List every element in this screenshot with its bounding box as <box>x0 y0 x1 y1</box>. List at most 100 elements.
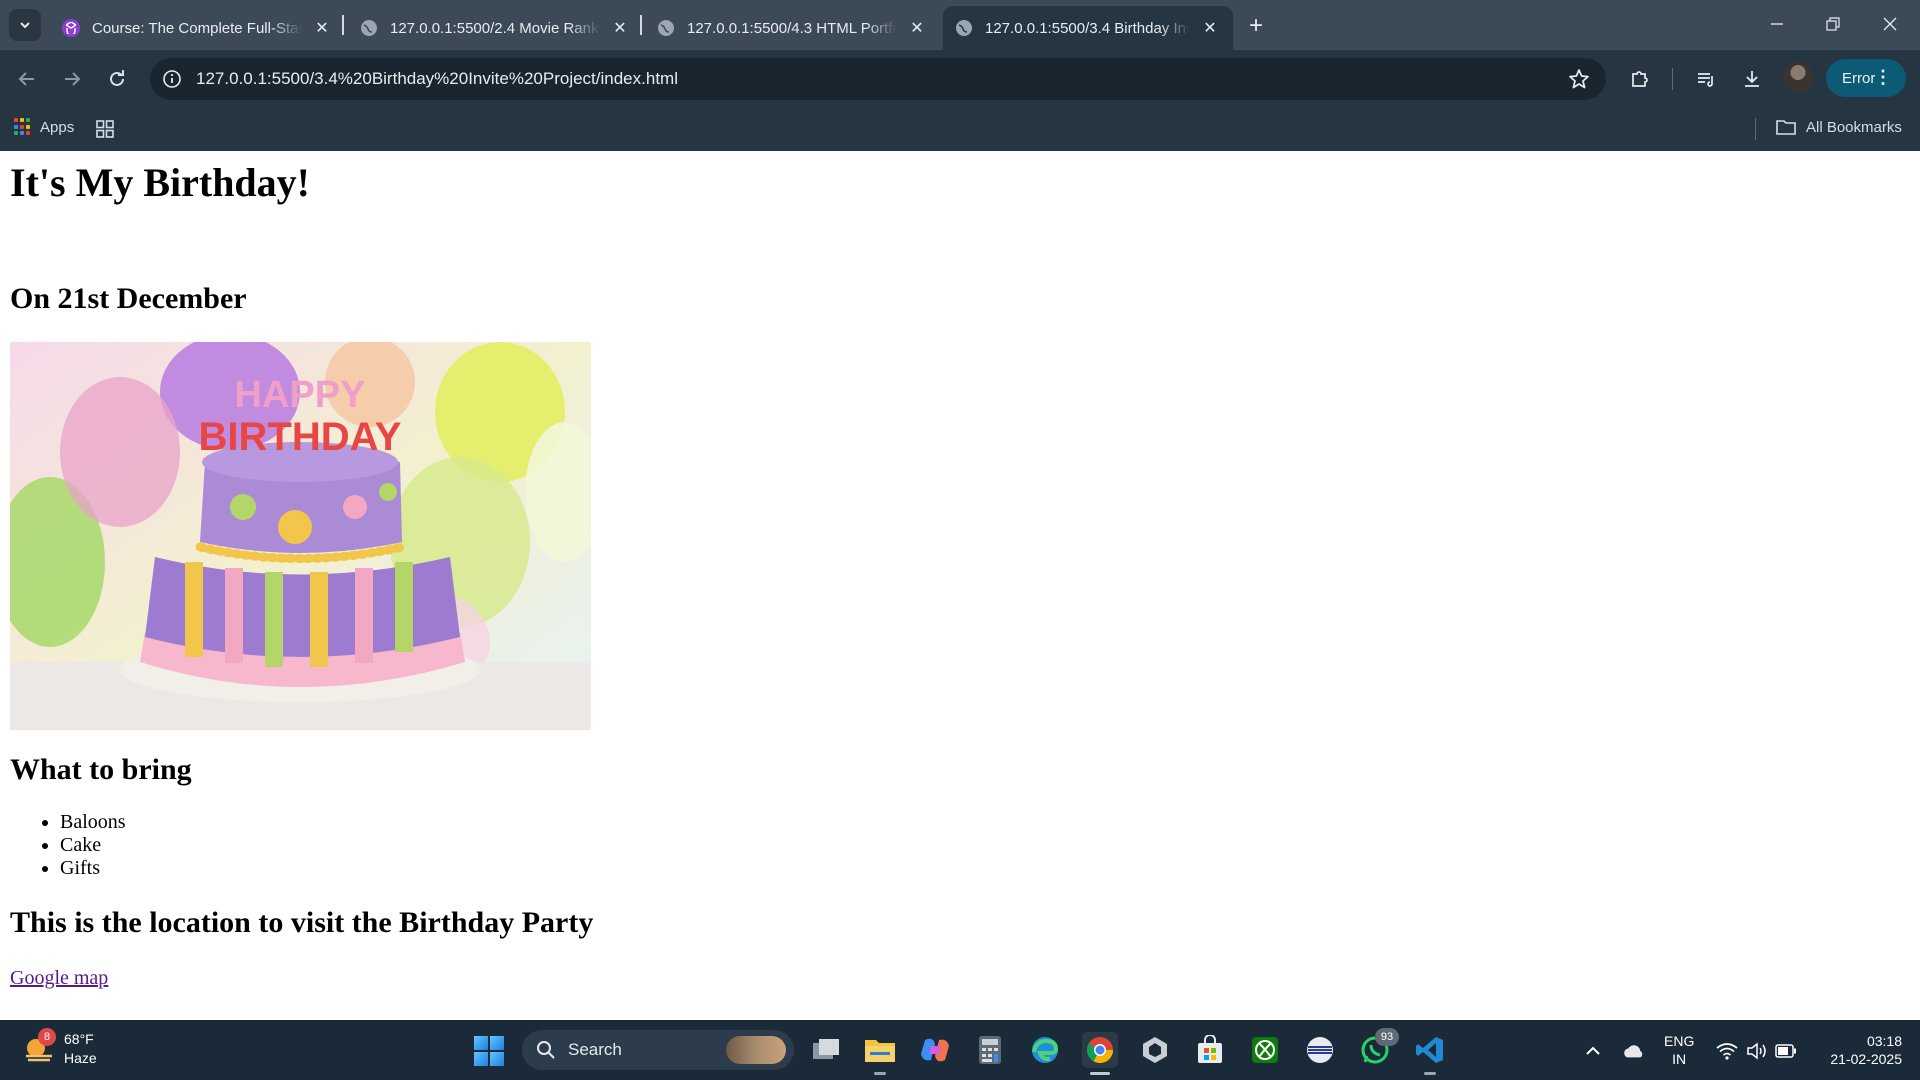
weather-condition: Haze <box>64 1050 97 1066</box>
globe-icon <box>360 19 378 37</box>
running-indicator <box>874 1072 886 1075</box>
copilot-button[interactable] <box>917 1032 953 1068</box>
edge-button[interactable] <box>1027 1032 1063 1068</box>
running-indicator <box>1424 1072 1436 1075</box>
tab-movie-ranking[interactable]: 127.0.0.1:5500/2.4 Movie Ranking ✕ <box>348 6 642 50</box>
cake-text-happy: HAPPY <box>235 374 366 416</box>
browser-toolbar: 127.0.0.1:5500/3.4%20Birthday%20Invite%2… <box>0 50 1920 108</box>
close-icon <box>1883 17 1897 31</box>
search-highlight-image <box>726 1036 786 1064</box>
close-icon[interactable]: ✕ <box>312 18 332 38</box>
tab-groups-icon[interactable] <box>96 120 114 138</box>
close-window-button[interactable] <box>1870 8 1910 40</box>
chrome-icon <box>1086 1037 1114 1064</box>
reading-list-button[interactable] <box>1691 64 1721 94</box>
unity-hub-button[interactable] <box>1137 1032 1173 1068</box>
google-map-link[interactable]: Google map <box>10 967 108 990</box>
taskbar-search[interactable]: Search <box>522 1030 794 1070</box>
folder-icon <box>1776 120 1796 135</box>
xbox-icon <box>1252 1037 1278 1063</box>
star-icon[interactable] <box>1568 68 1590 90</box>
tab-birthday-invite[interactable]: 127.0.0.1:5500/3.4 Birthday Invite ✕ <box>943 6 1233 50</box>
tab-title: Course: The Complete Full-Stack Web Deve… <box>92 19 302 37</box>
page-title: It's My Birthday! <box>10 160 310 205</box>
udemy-icon <box>62 19 80 37</box>
tab-udemy-course[interactable]: Course: The Complete Full-Stack Web Deve… <box>50 6 344 50</box>
media-queue-icon <box>1698 73 1713 87</box>
app-button[interactable] <box>1302 1032 1338 1068</box>
notification-badge: 8 <box>38 1028 56 1046</box>
restore-button[interactable] <box>1813 8 1853 40</box>
tab-html-portfolio[interactable]: 127.0.0.1:5500/4.3 HTML Portfolio ✕ <box>645 6 939 50</box>
minimize-icon <box>1771 23 1783 25</box>
calculator-button[interactable] <box>972 1032 1008 1068</box>
windows-logo-icon <box>474 1036 488 1050</box>
chevron-up-icon <box>1586 1046 1600 1055</box>
globe-icon <box>657 19 675 37</box>
extensions-button[interactable] <box>1625 64 1655 94</box>
battery-button[interactable] <box>1775 1040 1797 1062</box>
arrow-right-icon <box>65 72 81 86</box>
more-vert-icon[interactable]: ⋮ <box>1874 67 1892 88</box>
xbox-button[interactable] <box>1247 1032 1283 1068</box>
toolbar-divider <box>1672 68 1673 90</box>
apps-label: Apps <box>40 118 75 136</box>
new-tab-button[interactable]: + <box>1242 12 1270 40</box>
date-heading: On 21st December <box>10 282 247 315</box>
chrome-button[interactable] <box>1082 1032 1118 1068</box>
bring-heading: What to bring <box>10 753 192 786</box>
vscode-button[interactable] <box>1412 1032 1448 1068</box>
weather-haze-icon: 8 <box>22 1028 56 1066</box>
volume-button[interactable] <box>1746 1040 1768 1062</box>
clock[interactable]: 03:18 21-02-2025 <box>1812 1032 1902 1068</box>
chevron-down-icon <box>20 22 30 29</box>
wave-app-icon <box>1307 1037 1333 1063</box>
language-indicator[interactable]: ENG IN <box>1664 1032 1694 1068</box>
globe-icon <box>955 19 973 37</box>
profile-avatar[interactable] <box>1783 62 1813 92</box>
reload-icon <box>110 70 124 86</box>
store-icon <box>1198 1035 1222 1063</box>
restore-icon <box>1826 17 1840 31</box>
apps-grid-icon <box>14 118 32 136</box>
onedrive-button[interactable] <box>1622 1040 1644 1062</box>
url-text[interactable]: 127.0.0.1:5500/3.4%20Birthday%20Invite%2… <box>196 69 678 89</box>
microsoft-store-button[interactable] <box>1192 1032 1228 1068</box>
clock-date: 21-02-2025 <box>1830 1051 1902 1067</box>
close-icon[interactable]: ✕ <box>1200 18 1220 38</box>
downloads-button[interactable] <box>1737 64 1767 94</box>
all-bookmarks-button[interactable]: All Bookmarks <box>1776 118 1902 136</box>
close-icon[interactable]: ✕ <box>610 18 630 38</box>
bookmarks-divider <box>1755 118 1756 140</box>
weather-temp: 68°F <box>64 1031 94 1047</box>
list-item: Cake <box>60 834 126 857</box>
whatsapp-badge: 93 <box>1375 1028 1399 1046</box>
bring-list: Baloons Cake Gifts <box>60 811 126 880</box>
weather-widget[interactable]: 8 68°F Haze <box>22 1028 97 1068</box>
search-icon <box>537 1041 555 1059</box>
address-bar[interactable]: 127.0.0.1:5500/3.4%20Birthday%20Invite%2… <box>150 58 1606 100</box>
tab-strip: Course: The Complete Full-Stack Web Deve… <box>0 0 1920 50</box>
volume-icon <box>1747 1042 1766 1060</box>
tab-search-button[interactable] <box>9 9 41 41</box>
info-icon[interactable] <box>162 69 182 89</box>
vscode-icon <box>1416 1037 1443 1063</box>
page-viewport: It's My Birthday! On 21st December HAPPY… <box>0 151 1920 1020</box>
arrow-left-icon <box>18 72 34 86</box>
reload-button[interactable] <box>102 64 132 94</box>
start-button[interactable] <box>474 1036 504 1066</box>
close-icon[interactable]: ✕ <box>907 18 927 38</box>
wifi-button[interactable] <box>1716 1040 1738 1062</box>
minimize-button[interactable] <box>1757 8 1797 40</box>
apps-bookmark[interactable]: Apps <box>14 118 74 136</box>
show-hidden-icons-button[interactable] <box>1582 1040 1604 1062</box>
file-explorer-button[interactable] <box>862 1032 898 1068</box>
battery-icon <box>1775 1044 1796 1058</box>
back-button[interactable] <box>12 64 42 94</box>
profile-error-button[interactable]: Error ⋮ <box>1826 59 1906 97</box>
tab-title: 127.0.0.1:5500/4.3 HTML Portfolio <box>687 19 897 37</box>
forward-button[interactable] <box>57 64 87 94</box>
tab-separator <box>342 15 344 35</box>
task-view-button[interactable] <box>808 1032 844 1068</box>
copilot-icon <box>921 1038 949 1062</box>
